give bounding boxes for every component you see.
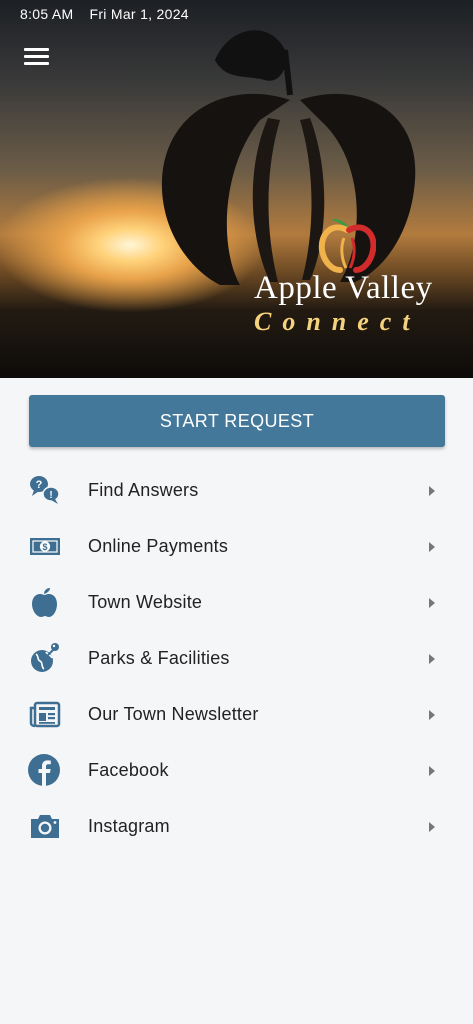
menu-item-label: Town Website xyxy=(88,591,203,612)
globe-icon xyxy=(31,643,59,672)
menu-item-newsletter[interactable]: Our Town Newsletter xyxy=(0,686,473,742)
menu-item-label: Facebook xyxy=(88,759,169,780)
menu-item-label: Instagram xyxy=(88,815,170,836)
chevron-right-icon xyxy=(429,654,435,664)
status-bar: 8:05 AM Fri Mar 1, 2024 xyxy=(20,6,189,22)
menu-item-label: Parks & Facilities xyxy=(88,647,230,668)
menu-item-parks-facilities[interactable]: Parks & Facilities xyxy=(0,630,473,686)
camera-icon xyxy=(31,815,59,838)
menu-item-label: Our Town Newsletter xyxy=(88,703,259,724)
hero-banner: 8:05 AM Fri Mar 1, 2024 Apple Valley Con… xyxy=(0,0,473,378)
status-time: 8:05 AM xyxy=(20,6,74,22)
svg-text:$: $ xyxy=(42,542,47,552)
menu-item-online-payments[interactable]: $ Online Payments xyxy=(0,518,473,574)
menu-item-instagram[interactable]: Instagram xyxy=(0,798,473,854)
start-request-button[interactable]: START REQUEST xyxy=(29,395,445,447)
menu-item-label: Find Answers xyxy=(88,479,199,500)
svg-text:?: ? xyxy=(36,479,43,491)
logo-subtitle: Connect xyxy=(254,307,421,336)
facebook-icon xyxy=(28,754,60,786)
question-chat-icon: ? ! xyxy=(30,476,60,504)
menu-list: ? ! Find Answers $ Online Payments Town … xyxy=(0,462,473,854)
money-bill-icon: $ xyxy=(30,538,60,555)
logo-title: Apple Valley xyxy=(254,270,433,306)
chevron-right-icon xyxy=(429,822,435,832)
chevron-right-icon xyxy=(429,486,435,496)
status-date: Fri Mar 1, 2024 xyxy=(89,6,189,22)
chevron-right-icon xyxy=(429,542,435,552)
menu-item-find-answers[interactable]: ? ! Find Answers xyxy=(0,462,473,518)
menu-item-label: Online Payments xyxy=(88,535,229,556)
chevron-right-icon xyxy=(429,710,435,720)
menu-item-town-website[interactable]: Town Website xyxy=(0,574,473,630)
chevron-right-icon xyxy=(429,598,435,608)
logo-apple-icon xyxy=(318,218,376,273)
app-logo: Apple Valley Connect xyxy=(252,212,452,342)
menu-item-facebook[interactable]: Facebook xyxy=(0,742,473,798)
hamburger-menu-icon[interactable] xyxy=(24,47,50,67)
chevron-right-icon xyxy=(429,766,435,776)
newspaper-icon xyxy=(29,701,61,728)
svg-text:!: ! xyxy=(49,490,52,501)
apple-icon xyxy=(32,588,57,617)
